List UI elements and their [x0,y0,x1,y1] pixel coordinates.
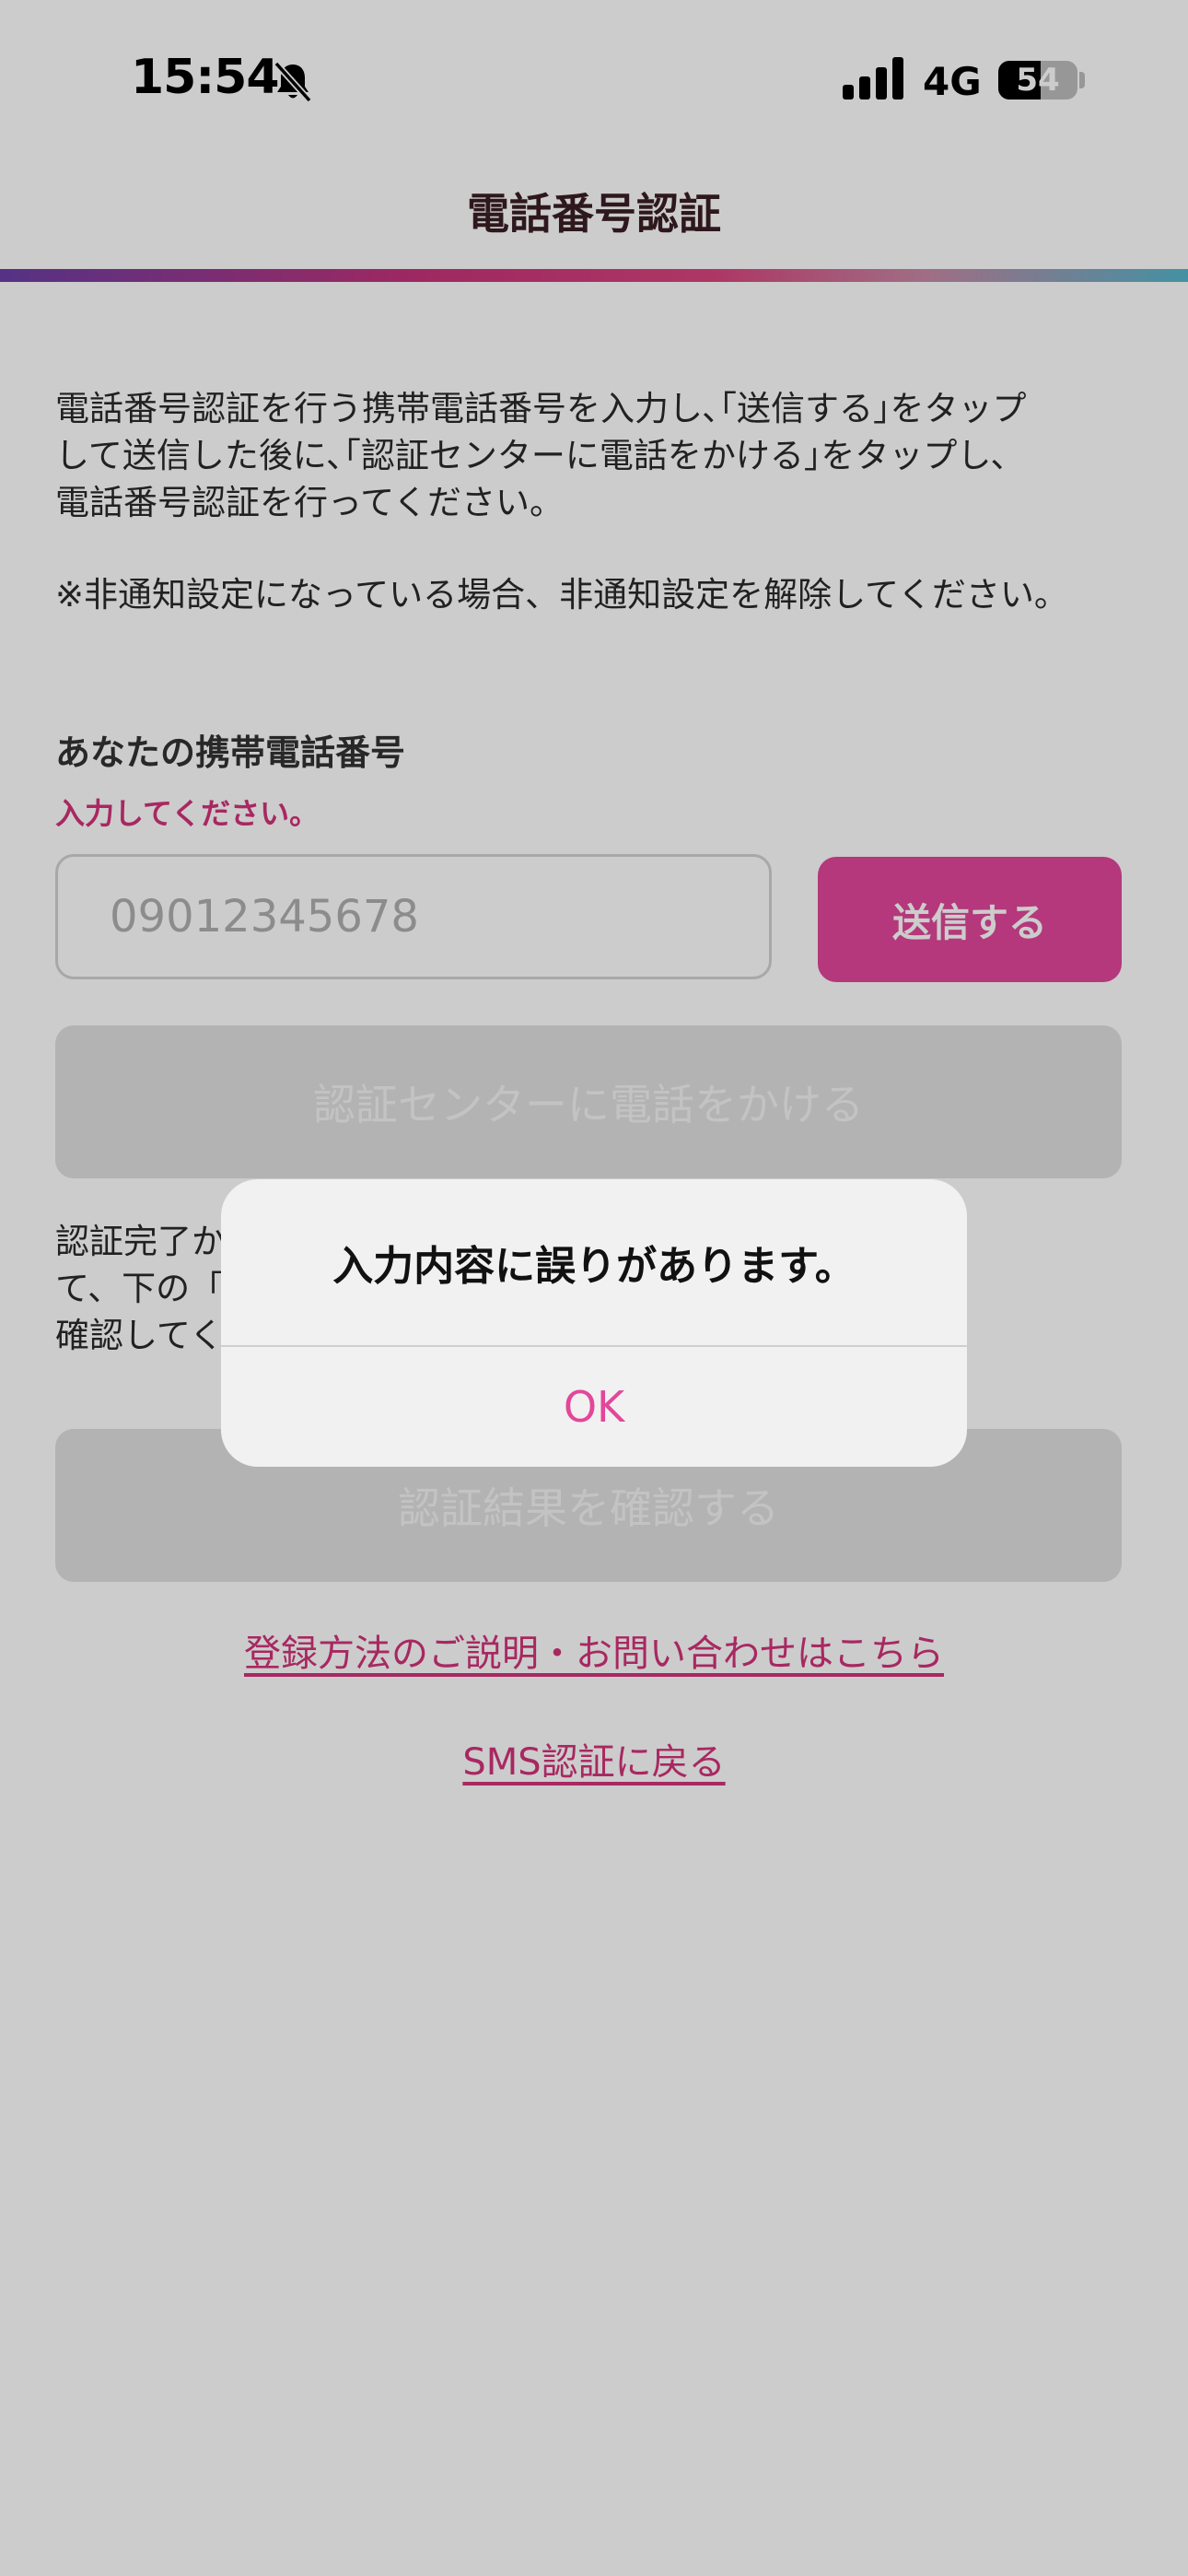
error-alert: 入力内容に誤りがあります。 OK [221,1179,967,1467]
alert-message: 入力内容に誤りがあります。 [332,1243,856,1290]
alert-ok-button[interactable]: OK [221,1347,967,1467]
